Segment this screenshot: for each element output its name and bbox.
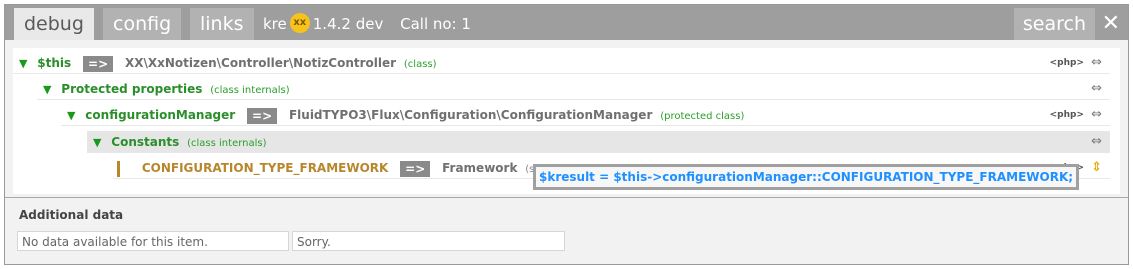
tree-row-constants[interactable]: ▼ Constants (class internals) ⇔ <box>87 131 1110 153</box>
class-name: XX\XxNotizen\Controller\NotizController <box>124 56 397 70</box>
php-badge[interactable]: <php> <box>1050 104 1084 126</box>
tree-row-this[interactable]: ▼ $this => XX\XxNotizen\Controller\Notiz… <box>13 52 1110 74</box>
arrow-operator: => <box>83 55 114 72</box>
expand-arrow-icon[interactable]: ⇔ <box>1091 104 1102 126</box>
expand-triangle-icon[interactable]: ▼ <box>19 57 27 70</box>
property-name: configurationManager <box>85 108 236 122</box>
additional-data-cell: No data available for this item. <box>17 231 289 251</box>
expand-arrow-icon[interactable]: ⇔ <box>1091 131 1102 153</box>
debug-tree: ▼ $this => XX\XxNotizen\Controller\Notiz… <box>13 48 1120 194</box>
additional-data-cell: Sorry. <box>292 231 565 251</box>
arrow-operator: => <box>400 160 431 177</box>
expand-triangle-icon[interactable]: ▼ <box>67 109 75 122</box>
tab-links[interactable]: links <box>190 8 254 40</box>
section-label: Protected properties <box>61 82 203 96</box>
tab-debug[interactable]: debug <box>14 8 94 40</box>
constant-value: Framework <box>442 161 518 175</box>
search-button[interactable]: search <box>1013 8 1095 40</box>
type-label: (class) <box>403 59 437 70</box>
divider <box>5 197 1128 198</box>
app-name: kre <box>263 15 287 33</box>
expand-arrow-icon[interactable]: ⇔ <box>1091 78 1102 100</box>
close-icon[interactable]: ✕ <box>1102 8 1120 40</box>
tree-row-config-manager[interactable]: ▼ configurationManager => FluidTYPO3\Flu… <box>61 104 1110 126</box>
php-badge[interactable]: <php> <box>1050 52 1084 74</box>
expand-triangle-icon[interactable]: ▼ <box>93 136 101 149</box>
tree-row-protected[interactable]: ▼ Protected properties (class internals)… <box>37 78 1110 100</box>
tab-config[interactable]: config <box>103 8 182 40</box>
toolbar: debug config links kre xx 1.4.2 dev Call n… <box>5 5 1128 40</box>
debug-panel: debug config links kre xx 1.4.2 dev Call n… <box>4 4 1129 265</box>
version-label: 1.4.2 dev <box>312 15 384 33</box>
code-path-tooltip[interactable]: $kresult = $this->configurationManager::… <box>533 164 1080 190</box>
constant-name: CONFIGURATION_TYPE_FRAMEWORK <box>141 161 389 175</box>
logo-icon: xx <box>289 12 310 33</box>
type-label: (protected class) <box>660 111 745 122</box>
call-number: Call no: 1 <box>400 15 471 33</box>
type-label: (class internals) <box>210 85 290 96</box>
additional-data-title: Additional data <box>19 208 124 222</box>
constant-marker <box>117 160 120 177</box>
expand-arrow-icon[interactable]: ⇔ <box>1091 52 1102 74</box>
collapse-arrow-icon[interactable]: ⇕ <box>1091 157 1102 179</box>
type-label: (class internals) <box>187 138 267 149</box>
arrow-operator: => <box>247 107 278 124</box>
header-info: kre xx 1.4.2 dev Call no: 1 <box>263 8 471 40</box>
variable-name: $this <box>37 56 72 70</box>
section-label: Constants <box>111 135 180 149</box>
class-name: FluidTYPO3\Flux\Configuration\Configurat… <box>288 108 653 122</box>
expand-triangle-icon[interactable]: ▼ <box>43 83 51 96</box>
